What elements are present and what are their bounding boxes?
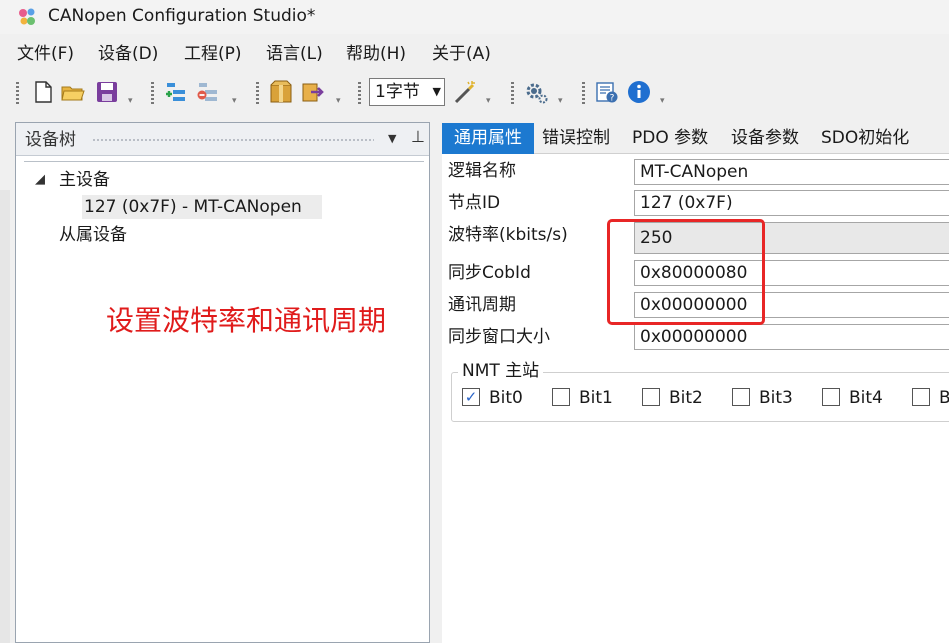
checkbox-box[interactable] (732, 388, 750, 406)
divider (24, 161, 424, 162)
help-icon[interactable]: ? (594, 79, 620, 105)
checkbox-box[interactable] (642, 388, 660, 406)
new-file-icon[interactable] (30, 79, 56, 105)
device-dropdown-icon[interactable]: ▾ (232, 96, 237, 106)
save-dropdown-icon[interactable]: ▾ (128, 96, 133, 106)
sync-window-field[interactable]: 0x00000000 (634, 324, 949, 350)
toolbar-grip[interactable] (358, 82, 361, 104)
chevron-down-icon[interactable]: ▼ (388, 132, 396, 146)
export-icon[interactable] (300, 79, 326, 105)
device-tree-title: 设备树 (25, 130, 76, 150)
toolbar-grip[interactable] (16, 82, 19, 104)
header-drag-dots (92, 138, 374, 143)
tab-pdo-params[interactable]: PDO 参数 (632, 123, 708, 154)
info-dropdown-icon[interactable]: ▾ (660, 96, 665, 106)
byte-size-select[interactable]: 1字节 ▼ (369, 78, 445, 106)
collapse-arrow-icon[interactable]: ◢ (35, 172, 45, 188)
tab-device-params[interactable]: 设备参数 (731, 123, 799, 154)
label-sync-window: 同步窗口大小 (448, 327, 550, 347)
label-logical-name: 逻辑名称 (448, 161, 516, 181)
pin-icon[interactable]: ⊥ (411, 128, 425, 146)
tree-node-slaves[interactable]: 从属设备 (59, 224, 127, 246)
bit-label: Bit2 (669, 388, 703, 408)
node-id-field[interactable]: 127 (0x7F) (634, 190, 949, 216)
menu-bar: 文件(F) 设备(D) 工程(P) 语言(L) 帮助(H) 关于(A) (0, 38, 949, 70)
remove-device-icon[interactable] (196, 79, 222, 105)
toolbar-grip[interactable] (151, 82, 154, 104)
tab-sdo-init[interactable]: SDO初始化 (821, 123, 909, 154)
byte-size-value: 1字节 (375, 82, 420, 102)
nmt-master-title: NMT 主站 (458, 360, 544, 382)
tree-node-master[interactable]: 主设备 (59, 169, 110, 191)
background-window-edge (0, 190, 10, 643)
annotation-highlight-box (607, 219, 765, 325)
open-folder-icon[interactable] (60, 79, 86, 105)
label-node-id: 节点ID (448, 193, 501, 213)
window-title: CANopen Configuration Studio* (48, 6, 316, 26)
bit-label: Bit1 (579, 388, 613, 408)
settings-dropdown-icon[interactable]: ▾ (558, 96, 563, 106)
save-icon[interactable] (94, 79, 120, 105)
menu-device[interactable]: 设备(D) (98, 43, 158, 65)
menu-file[interactable]: 文件(F) (17, 43, 74, 65)
bit-label: Bit3 (759, 388, 793, 408)
label-comm-cycle: 通讯周期 (448, 295, 516, 315)
logical-name-field[interactable]: MT-CANopen (634, 159, 949, 185)
wand-dropdown-icon[interactable]: ▾ (486, 96, 491, 106)
settings-gear-icon[interactable] (524, 79, 550, 105)
checkbox-box[interactable] (822, 388, 840, 406)
toolbar-grip[interactable] (511, 82, 514, 104)
menu-project[interactable]: 工程(P) (184, 43, 242, 65)
checkbox-box[interactable] (552, 388, 570, 406)
app-logo-icon (19, 8, 35, 25)
logical-name-value: MT-CANopen (640, 162, 749, 182)
chevron-down-icon[interactable]: ▼ (433, 83, 441, 101)
annotation-text: 设置波特率和通讯周期 (106, 304, 387, 337)
menu-language[interactable]: 语言(L) (266, 43, 323, 65)
info-icon[interactable] (626, 79, 652, 105)
tree-node-master-device[interactable]: 127 (0x7F) - MT-CANopen (84, 196, 302, 218)
package-icon[interactable] (268, 79, 294, 105)
toolbar-grip[interactable] (582, 82, 585, 104)
bit-label: Bit0 (489, 388, 523, 408)
bit-label: B (939, 388, 949, 408)
sync-window-value: 0x00000000 (640, 327, 748, 347)
node-id-value: 127 (0x7F) (640, 193, 733, 213)
tab-general-properties[interactable]: 通用属性 (442, 123, 534, 154)
label-sync-cobid: 同步CobId (448, 263, 531, 283)
wand-icon[interactable] (452, 79, 478, 105)
svg-text:?: ? (610, 94, 615, 104)
tab-error-control[interactable]: 错误控制 (542, 123, 610, 154)
toolbar-grip[interactable] (256, 82, 259, 104)
menu-about[interactable]: 关于(A) (432, 43, 491, 65)
label-baud-rate: 波特率(kbits/s) (448, 225, 568, 245)
export-dropdown-icon[interactable]: ▾ (336, 96, 341, 106)
checkmark-icon[interactable]: ✓ (462, 388, 480, 406)
checkbox-box[interactable] (912, 388, 930, 406)
add-device-icon[interactable] (164, 79, 190, 105)
menu-help[interactable]: 帮助(H) (346, 43, 406, 65)
bit-label: Bit4 (849, 388, 883, 408)
